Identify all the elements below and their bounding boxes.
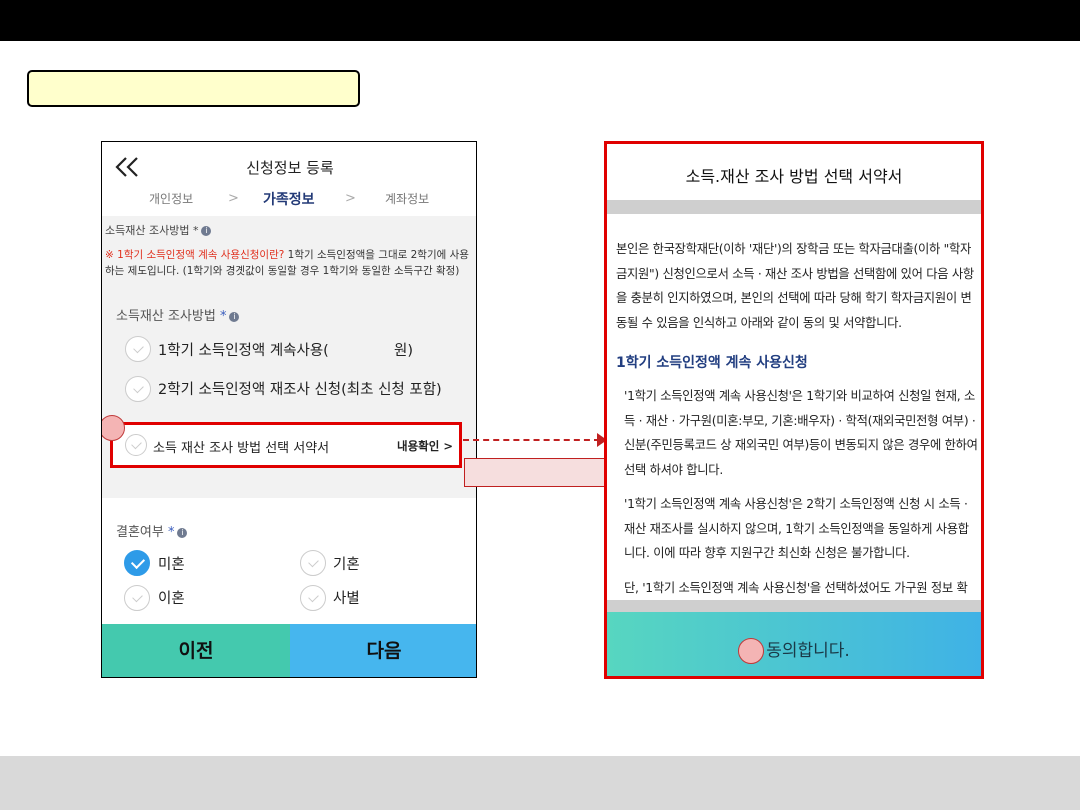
highlight-frame — [110, 422, 462, 468]
paragraph-1: '1학기 소득인정액 계속 사용신청'은 1학기와 비교하여 신청일 현재, 소… — [624, 389, 978, 477]
option-reinvestigate[interactable]: 2학기 소득인정액 재조사 신청(최초 신청 포함) — [158, 378, 442, 399]
top-black-bar — [0, 0, 1080, 41]
note-highlight: ※ 1학기 소득인정액 계속 사용신청이란? — [105, 249, 285, 261]
next-button[interactable]: 다음 — [290, 624, 476, 677]
info-icon[interactable]: i — [201, 226, 212, 236]
info-icon[interactable]: i — [177, 527, 188, 538]
income-method-label: 소득재산 조사방법 * i — [116, 305, 240, 324]
info-icon[interactable]: i — [229, 311, 240, 322]
option-divorced[interactable]: 이혼 — [158, 587, 185, 608]
paragraph-2: '1학기 소득인정액 계속 사용신청'은 2학기 소득인정액 신청 시 소득 ·… — [624, 497, 969, 560]
step-account-info: 계좌정보 — [385, 192, 430, 206]
application-info-screen: 신청정보 등록 개인정보 > 가족정보 > 계좌정보 소득재산 조사방법 * i … — [101, 141, 477, 678]
paragraph-3: 단, '1학기 소득인정액 계속 사용신청'을 선택하셨어도 가구원 정보 확인… — [624, 580, 968, 595]
dashed-arrow-line — [463, 439, 600, 441]
step-family-info: 가족정보 — [263, 192, 315, 208]
document-title: 소득.재산 조사 방법 선택 서약서 — [685, 167, 903, 186]
radio-widowed[interactable] — [300, 585, 326, 611]
option-married[interactable]: 기혼 — [333, 553, 360, 574]
step-chevron-icon: > — [228, 191, 239, 206]
scroll-fade-bar — [607, 600, 981, 612]
divider-bar — [607, 200, 981, 214]
option-keep-first-semester[interactable]: 1학기 소득인정액 계속사용( — [158, 339, 329, 360]
caption-box — [27, 70, 360, 107]
annotation-box — [464, 458, 610, 487]
click-marker-dot — [738, 638, 765, 664]
option-keep-first-semester-unit: 원) — [394, 343, 413, 359]
radio-married[interactable] — [300, 550, 326, 576]
radio-reinvestigate[interactable] — [125, 376, 151, 402]
page-title: 신청정보 등록 — [246, 159, 334, 177]
radio-keep-first-semester[interactable] — [125, 336, 151, 362]
marriage-label: 결혼여부 * i — [116, 521, 188, 540]
radio-single[interactable] — [124, 550, 150, 576]
option-single[interactable]: 미혼 — [158, 553, 185, 574]
document-paragraphs: '1학기 소득인정액 계속 사용신청'은 1학기와 비교하여 신청일 현재, 소… — [624, 384, 978, 600]
step-chevron-icon: > — [345, 191, 356, 206]
document-subtitle: 1학기 소득인정액 계속 사용신청 — [616, 355, 808, 371]
income-method-small-label: 소득재산 조사방법 * i — [105, 222, 212, 238]
bottom-gray-bar — [0, 756, 1080, 810]
document-intro: 본인은 한국장학재단(이하 '재단')의 장학금 또는 학자금대출(이하 "학자… — [616, 242, 974, 330]
option-widowed[interactable]: 사별 — [333, 587, 360, 608]
prev-button[interactable]: 이전 — [102, 624, 290, 677]
income-method-note: ※ 1학기 소득인정액 계속 사용신청이란? 1학기 소득인정액을 그대로 2학… — [105, 247, 476, 279]
agreement-document-screen: 소득.재산 조사 방법 선택 서약서 본인은 한국장학재단(이하 '재단')의 … — [604, 141, 984, 679]
step-personal-info: 개인정보 — [149, 192, 194, 206]
agree-button[interactable]: 동의합니다. — [607, 612, 981, 676]
agree-button-label: 동의합니다. — [607, 636, 981, 664]
radio-divorced[interactable] — [124, 585, 150, 611]
